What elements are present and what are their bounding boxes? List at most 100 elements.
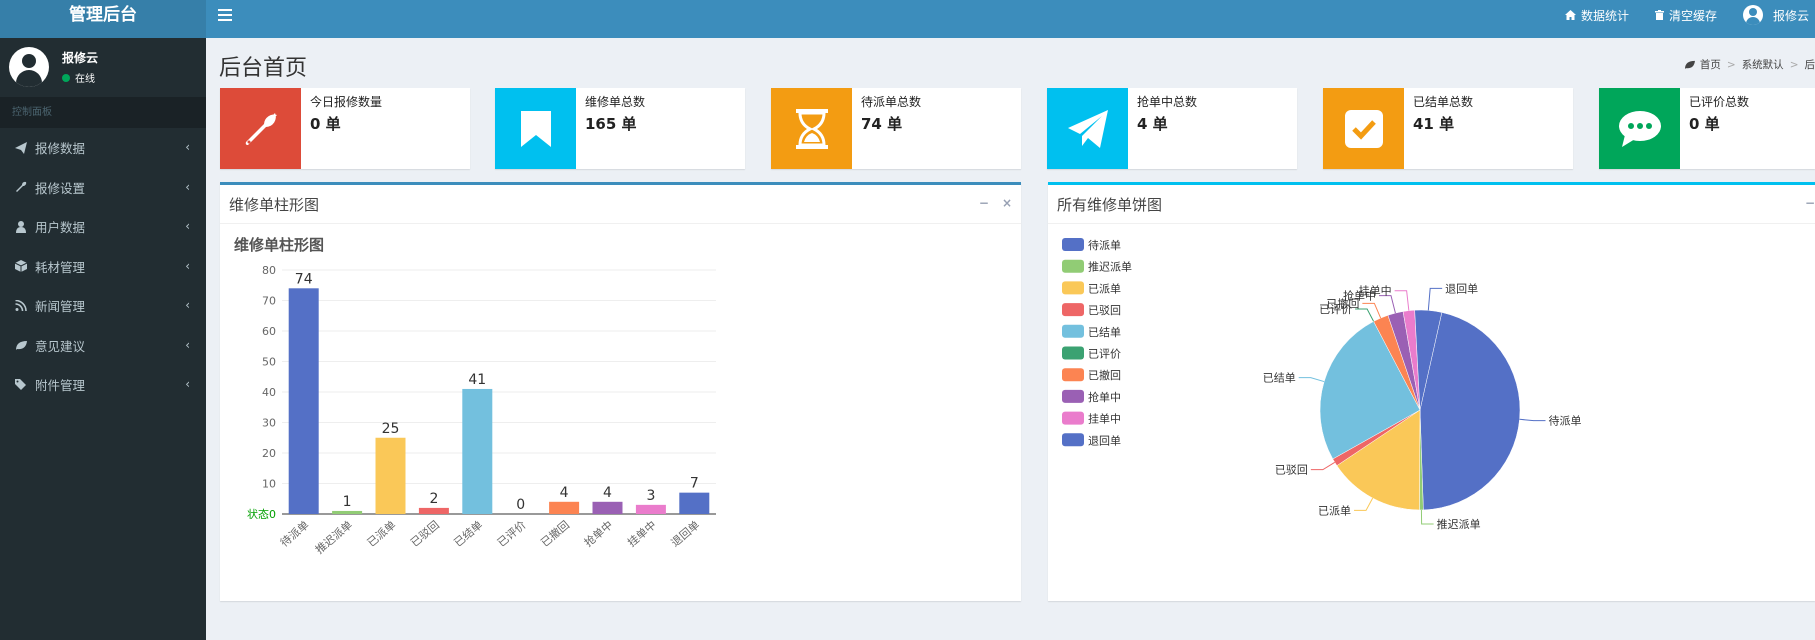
y-tick-label: 10 <box>262 478 276 491</box>
x-axis-label: 状态0 <box>247 507 276 521</box>
breadcrumb-system[interactable]: 系统默认 <box>1742 57 1784 72</box>
bar <box>679 492 710 514</box>
legend-swatch <box>1062 368 1084 382</box>
info-box-label: 已结单总数 <box>1413 95 1474 109</box>
info-box-label: 已评价总数 <box>1689 95 1750 109</box>
info-box-label: 今日报修数量 <box>310 95 383 109</box>
top-navbar: 数据统计 清空缓存 报修云 <box>206 0 1815 38</box>
pie-leader-line <box>1378 295 1396 314</box>
chevron-left-icon: ‹ <box>185 258 190 273</box>
home-icon <box>1564 10 1576 20</box>
info-box-label: 抢单中总数 <box>1137 95 1198 109</box>
sidebar-item-user-data[interactable]: 用户数据 ‹ <box>0 207 206 247</box>
sidebar-toggle-icon[interactable] <box>218 9 232 21</box>
sidebar-item-news[interactable]: 新闻管理 ‹ <box>0 286 206 326</box>
info-box-icon <box>1323 88 1404 169</box>
sidebar-item-label: 意见建议 <box>35 338 86 354</box>
nav-statistics-label: 数据统计 <box>1580 8 1629 23</box>
sidebar-item-feedback[interactable]: 意见建议 ‹ <box>0 326 206 366</box>
pie-chart: 待派单推迟派单已派单已驳回已结单已评价已撤回抢单中挂单中退回单待派单推迟派单已派… <box>1062 238 1582 531</box>
bookmark-icon <box>520 110 551 147</box>
breadcrumb-home[interactable]: 首页 <box>1700 57 1721 72</box>
pie-label: 待派单 <box>1549 414 1582 428</box>
chevron-left-icon: ‹ <box>185 219 190 233</box>
legend-label: 已结单 <box>1088 326 1121 339</box>
close-icon[interactable]: × <box>1002 196 1012 210</box>
legend-swatch <box>1062 411 1084 425</box>
minimize-icon[interactable]: − <box>979 196 989 210</box>
trash-icon <box>1654 10 1664 20</box>
info-box-value: 0 单 <box>310 115 341 133</box>
pie-label: 已驳回 <box>1275 464 1308 477</box>
bar <box>418 507 449 514</box>
pie-leader-line <box>1362 302 1382 319</box>
panel-title: 所有维修单饼图 <box>1057 196 1163 214</box>
x-tick-label: 待派单 <box>277 518 311 550</box>
bar-value-label: 7 <box>690 476 699 492</box>
legend-swatch <box>1062 324 1084 338</box>
minimize-icon[interactable]: − <box>1805 196 1815 210</box>
y-tick-label: 80 <box>262 264 276 277</box>
bar-value-label: 4 <box>603 485 612 501</box>
info-box-today-repairs: 今日报修数量 0 单 <box>220 88 470 169</box>
pie-leader-line <box>1355 308 1375 322</box>
sidebar-item-repair-data[interactable]: 报修数据 ‹ <box>0 128 206 168</box>
nav-clear-cache[interactable]: 清空缓存 <box>1654 7 1717 24</box>
legend-swatch <box>1062 259 1084 273</box>
x-tick-label: 已撤回 <box>538 518 572 550</box>
info-box-icon <box>1599 88 1680 169</box>
legend-label: 已撤回 <box>1088 368 1121 382</box>
user-status: 在线 <box>62 70 95 85</box>
sidebar-header: 控制面板 <box>0 97 206 128</box>
bar-value-label: 2 <box>429 491 438 507</box>
chevron-left-icon: ‹ <box>185 179 190 194</box>
pie-leader-line <box>1394 290 1410 311</box>
cube-icon <box>14 260 28 273</box>
info-box-value: 165 单 <box>585 115 637 133</box>
chevron-left-icon: ‹ <box>185 337 190 352</box>
legend-label: 已驳回 <box>1088 304 1121 317</box>
pie-label: 推迟派单 <box>1437 517 1481 531</box>
y-tick-label: 40 <box>262 386 276 399</box>
info-box-value: 4 单 <box>1137 115 1168 133</box>
sidebar-item-attachments[interactable]: 附件管理 ‹ <box>0 365 206 405</box>
bar <box>332 510 363 514</box>
bar-value-label: 41 <box>468 372 486 388</box>
sidebar-item-label: 用户数据 <box>35 220 86 236</box>
x-tick-label: 已评价 <box>495 518 529 549</box>
page-title: 后台首页 <box>219 56 308 81</box>
y-tick-label: 30 <box>262 417 276 430</box>
avatar <box>9 47 49 87</box>
sidebar-item-repair-settings[interactable]: 报修设置 ‹ <box>0 168 206 208</box>
bar-chart-panel: 维修单柱形图 − × 维修单柱形图 10 20 30 40 50 60 70 80 状态0 74 待派… <box>220 182 1021 601</box>
chart-title: 维修单柱形图 <box>234 236 324 254</box>
legend-swatch <box>1062 303 1084 317</box>
breadcrumb: 首页 > 系统默认 > 后 <box>1684 57 1815 72</box>
pie-label: 挂单中 <box>1359 284 1392 298</box>
tags-icon <box>15 379 26 391</box>
leaf-icon <box>1684 60 1695 69</box>
nav-user-menu[interactable]: 报修云 <box>1742 5 1809 25</box>
rss-icon <box>15 300 27 312</box>
legend-label: 待派单 <box>1088 238 1121 252</box>
bar-value-label: 25 <box>382 421 400 437</box>
sidebar: 报修云 在线 控制面板 报修数据 ‹ 报修设置 ‹ 用户数据 ‹ 耗材管理 ‹ … <box>0 38 206 640</box>
nav-statistics[interactable]: 数据统计 <box>1564 7 1629 24</box>
bar-value-label: 3 <box>646 488 655 504</box>
info-box-total-orders: 维修单总数 165 单 <box>495 88 745 169</box>
x-tick-label: 已派单 <box>365 518 399 549</box>
info-box-pending-dispatch: 待派单总数 74 单 <box>771 88 1021 169</box>
comment-icon <box>1618 110 1661 147</box>
breadcrumb-separator: > <box>1789 58 1799 71</box>
navbar-right-menu: 数据统计 清空缓存 报修云 <box>1564 0 1815 30</box>
pie-label: 已派单 <box>1318 504 1351 517</box>
sidebar-item-label: 耗材管理 <box>35 259 86 275</box>
user-icon <box>16 220 26 233</box>
bar <box>288 288 319 514</box>
legend-label: 推迟派单 <box>1088 260 1132 274</box>
info-box-icon <box>220 88 301 169</box>
bar-value-label: 74 <box>295 271 313 287</box>
info-box-value: 0 单 <box>1689 115 1720 133</box>
app-logo[interactable]: 管理后台 <box>0 0 206 38</box>
sidebar-item-consumables[interactable]: 耗材管理 ‹ <box>0 247 206 287</box>
